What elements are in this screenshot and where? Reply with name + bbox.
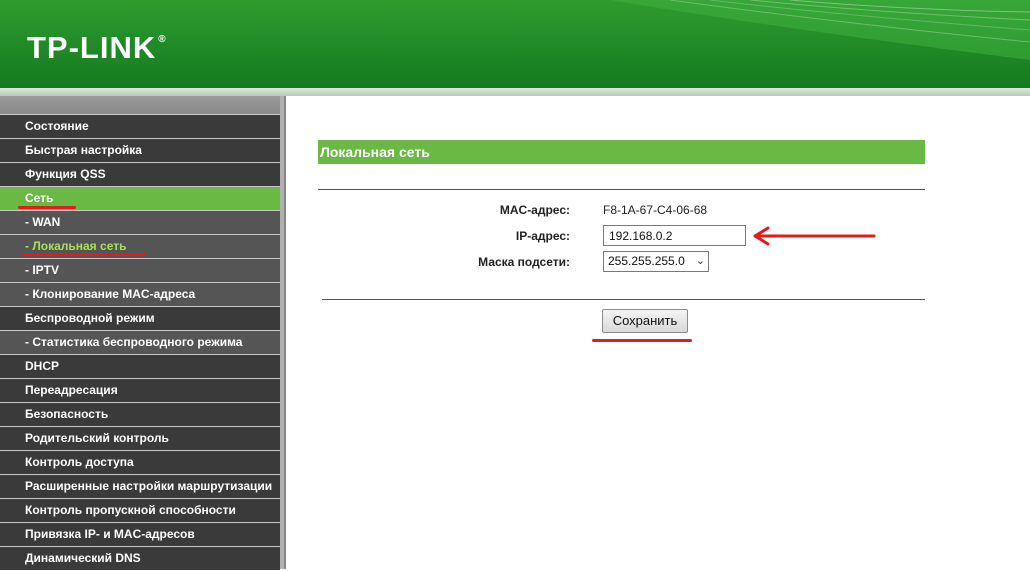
main-content: Локальная сеть MAC-адрес: F8-1A-67-C4-06… — [286, 96, 1030, 569]
header-divider-strip — [0, 88, 1030, 96]
sidebar: Состояние Быстрая настройка Функция QSS … — [0, 96, 284, 571]
sidebar-subitem-iptv[interactable]: - IPTV — [0, 259, 280, 282]
section-title: Локальная сеть — [318, 140, 925, 164]
annotation-underline-network — [18, 206, 76, 209]
sidebar-item-bandwidth-control[interactable]: Контроль пропускной способности — [0, 499, 280, 522]
top-divider — [318, 189, 925, 190]
sidebar-item-access-control[interactable]: Контроль доступа — [0, 451, 280, 474]
bottom-divider — [322, 299, 925, 300]
sidebar-subitem-wireless-stats[interactable]: - Статистика беспроводного режима — [0, 331, 280, 354]
sidebar-item-dhcp[interactable]: DHCP — [0, 355, 280, 378]
logo-text: TP-LINK — [27, 30, 157, 65]
sidebar-subitem-mac-clone[interactable]: - Клонирование MAC-адреса — [0, 283, 280, 306]
trademark-mark: ® — [158, 34, 167, 45]
mac-value: F8-1A-67-C4-06-68 — [603, 203, 708, 217]
annotation-underline-lan — [22, 253, 146, 256]
ip-label: IP-адрес: — [515, 229, 570, 243]
sidebar-item-security[interactable]: Безопасность — [0, 403, 280, 426]
sidebar-item-forwarding[interactable]: Переадресация — [0, 379, 280, 402]
sidebar-subitem-wan[interactable]: - WAN — [0, 211, 280, 234]
sidebar-item-ip-mac-binding[interactable]: Привязка IP- и MAC-адресов — [0, 523, 280, 546]
save-button[interactable]: Сохранить — [602, 309, 688, 333]
subnet-mask-value: 255.255.255.0 — [608, 254, 685, 268]
mask-label: Маска подсети: — [478, 255, 570, 269]
sidebar-item-quick-setup[interactable]: Быстрая настройка — [0, 139, 280, 162]
sidebar-top-bar — [0, 96, 280, 114]
sidebar-item-wireless[interactable]: Беспроводной режим — [0, 307, 280, 330]
sidebar-item-status[interactable]: Состояние — [0, 115, 280, 138]
ip-address-input[interactable] — [603, 225, 746, 246]
header-banner: TP-LINK ® — [0, 0, 1030, 88]
sidebar-item-parental-control[interactable]: Родительский контроль — [0, 427, 280, 450]
chevron-down-icon: ⌄ — [695, 255, 705, 267]
annotation-arrow-icon — [753, 226, 876, 246]
header-wave-decoration — [610, 0, 1030, 60]
annotation-underline-save — [592, 339, 692, 342]
sidebar-item-qss[interactable]: Функция QSS — [0, 163, 280, 186]
tp-link-logo: TP-LINK ® — [27, 30, 167, 66]
sidebar-item-ddns[interactable]: Динамический DNS — [0, 547, 280, 570]
mac-label: MAC-адрес: — [499, 203, 570, 217]
sidebar-item-advanced-routing[interactable]: Расширенные настройки маршрутизации — [0, 475, 280, 498]
subnet-mask-select[interactable]: 255.255.255.0 ⌄ — [603, 251, 709, 272]
sidebar-menu: Состояние Быстрая настройка Функция QSS … — [0, 115, 280, 571]
